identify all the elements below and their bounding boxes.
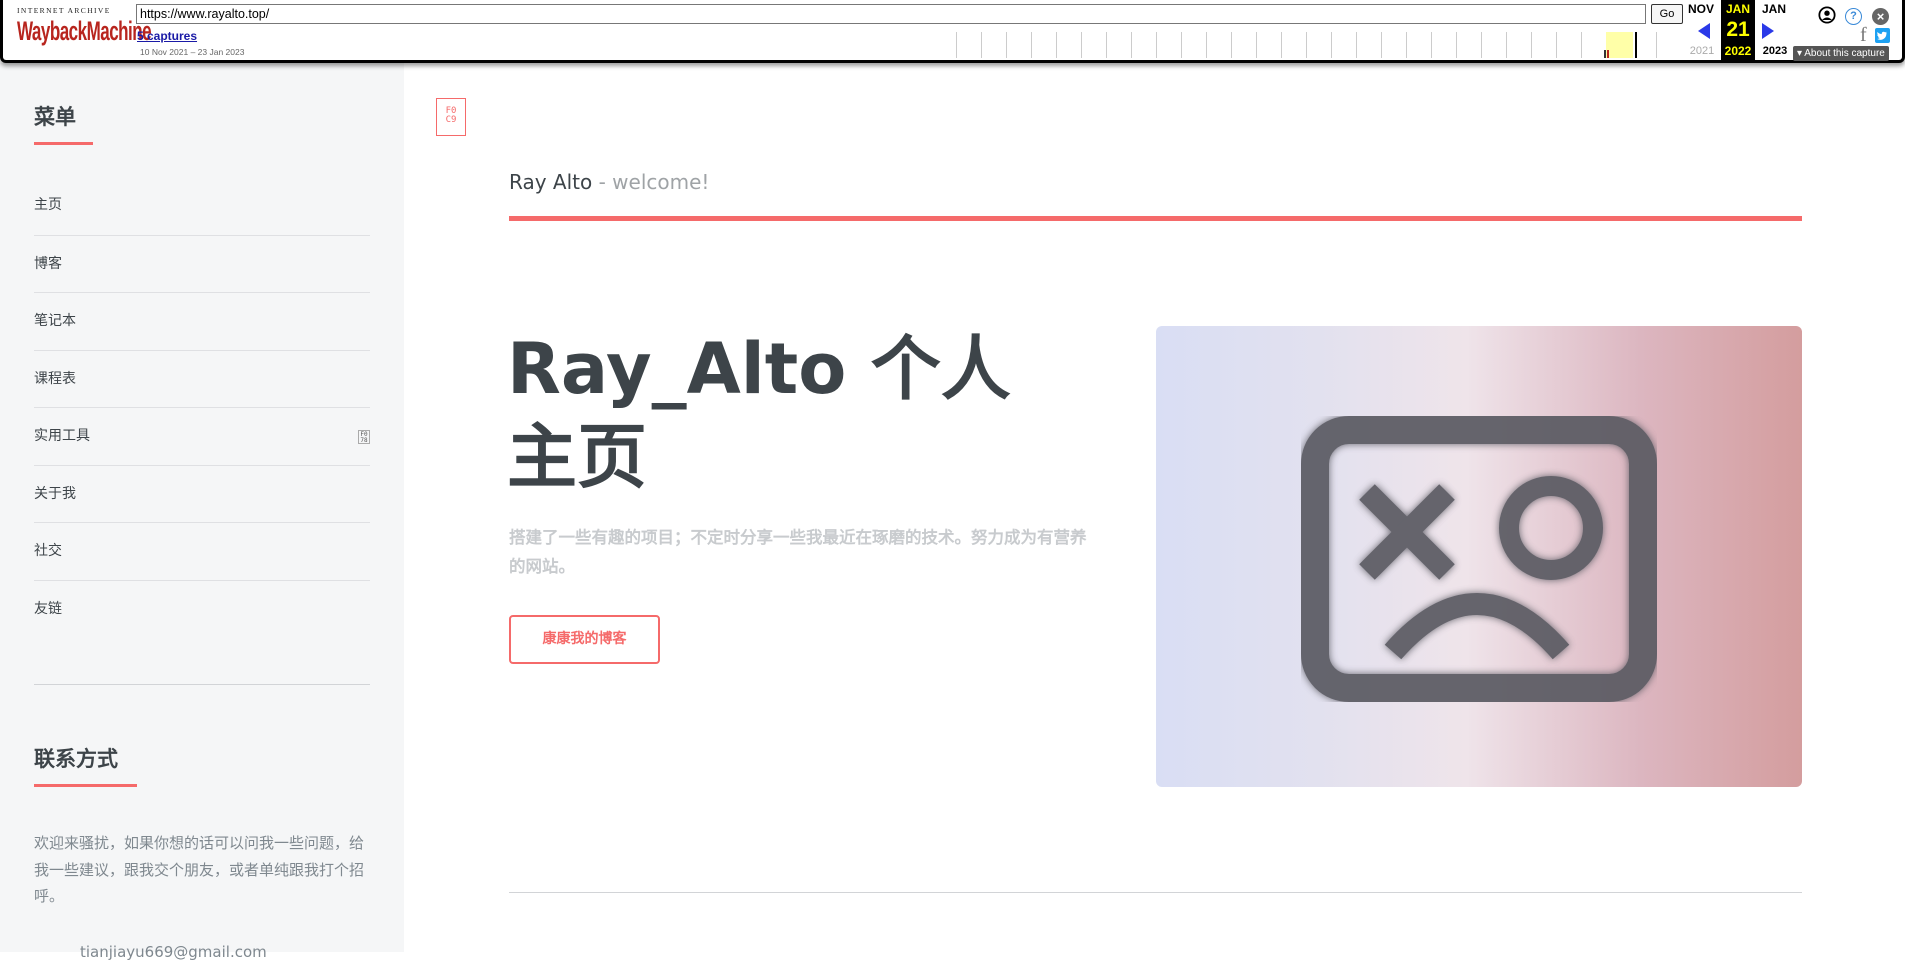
sparkline-tick bbox=[1456, 32, 1457, 58]
sidebar-item-social[interactable]: 社交 bbox=[34, 522, 370, 580]
hero-text: 搭建了一些有趣的项目；不定时分享一些我最近在琢磨的技术。努力成为有营养的网站。 bbox=[509, 528, 1087, 576]
sparkline-tick bbox=[1031, 32, 1032, 58]
sparkline-tick bbox=[1506, 32, 1507, 58]
sparkline-capture-mark bbox=[1607, 50, 1609, 58]
wayback-logo[interactable]: INTERNET ARCHIVE WaybackMachine bbox=[17, 6, 152, 50]
sidebar-nav: 主页 博客 笔记本 课程表 实用工具 F0 78 关于我 社交 友链 bbox=[34, 177, 370, 637]
sidebar-item-home[interactable]: 主页 bbox=[34, 177, 370, 235]
sparkline-tick bbox=[1231, 32, 1232, 58]
sidebar-email[interactable]: tianjiayu669@gmail.com bbox=[80, 943, 267, 961]
wayback-next-year[interactable]: 2023 bbox=[1758, 45, 1792, 57]
sparkline-tick bbox=[1156, 32, 1157, 58]
wayback-prev-month[interactable]: NOV bbox=[1685, 2, 1717, 16]
user-icon[interactable] bbox=[1818, 6, 1836, 24]
sparkline-highlight bbox=[1606, 32, 1633, 58]
sidebar-item-label: 课程表 bbox=[34, 370, 76, 387]
wayback-go-button[interactable]: Go bbox=[1651, 4, 1683, 24]
wayback-sparkline[interactable] bbox=[956, 32, 1679, 58]
hero-image bbox=[1156, 326, 1802, 787]
main-content: F0 C9 Ray Alto - welcome! Ray_Alto 个人主页 搭… bbox=[404, 63, 1905, 952]
wayback-toolbar: INTERNET ARCHIVE WaybackMachine Go 5 cap… bbox=[0, 0, 1905, 63]
facebook-icon[interactable]: f bbox=[1860, 24, 1867, 47]
sidebar-item-notebook[interactable]: 笔记本 bbox=[34, 292, 370, 350]
sidebar-divider bbox=[34, 684, 370, 685]
prev-arrow-icon[interactable] bbox=[1698, 23, 1710, 39]
sparkline-tick bbox=[1006, 32, 1007, 58]
wayback-current-year: 2022 bbox=[1724, 44, 1752, 58]
sparkline-tick bbox=[1406, 32, 1407, 58]
site-header[interactable]: Ray Alto - welcome! bbox=[509, 170, 709, 194]
twitter-icon[interactable] bbox=[1875, 28, 1890, 43]
header-underline bbox=[509, 216, 1802, 221]
sidebar-item-label: 博客 bbox=[34, 255, 62, 272]
sparkline-tick bbox=[956, 32, 957, 58]
blog-button[interactable]: 康康我的博客 bbox=[509, 615, 660, 664]
sparkline-tick bbox=[1131, 32, 1132, 58]
sidebar-item-label: 笔记本 bbox=[34, 313, 76, 329]
sidebar-item-label: 关于我 bbox=[34, 485, 76, 502]
broken-image-icon bbox=[1301, 416, 1657, 702]
sidebar-menu-underline bbox=[34, 142, 93, 145]
sidebar-contact-text: 欢迎来骚扰，如果你想的话可以问我一些问题，给我一些建议，跟我交个朋友，或者单纯跟… bbox=[34, 834, 365, 905]
wayback-current-month: JAN bbox=[1725, 2, 1750, 16]
wayback-next-month[interactable]: JAN bbox=[1758, 2, 1790, 16]
sparkline-tick bbox=[1581, 32, 1582, 58]
wayback-logo-text: WaybackMachine bbox=[17, 16, 152, 48]
wayback-current-date: JAN 21 2022 bbox=[1721, 0, 1755, 60]
wayback-logo-top: INTERNET ARCHIVE bbox=[17, 6, 111, 15]
sparkline-tick bbox=[1356, 32, 1357, 58]
sparkline-tick bbox=[1256, 32, 1257, 58]
sparkline-tick bbox=[1531, 32, 1532, 58]
wayback-capture-range: 10 Nov 2021 – 23 Jan 2023 bbox=[140, 47, 245, 57]
sparkline-tick bbox=[1556, 32, 1557, 58]
chevron-down-icon[interactable]: F0 78 bbox=[358, 430, 370, 444]
sidebar: 菜单 主页 博客 笔记本 课程表 实用工具 F0 78 关于我 社交 友链 联系方… bbox=[0, 63, 404, 961]
sparkline-tick bbox=[1106, 32, 1107, 58]
wayback-current-day: 21 bbox=[1726, 18, 1750, 41]
missing-glyph-icon[interactable]: F0 C9 bbox=[436, 98, 466, 136]
sidebar-contact-title: 联系方式 bbox=[34, 747, 118, 771]
sparkline-tick bbox=[1331, 32, 1332, 58]
wayback-url-input[interactable] bbox=[136, 4, 1646, 24]
sidebar-item-blog[interactable]: 博客 bbox=[34, 234, 370, 293]
site-header-sub: - welcome! bbox=[592, 170, 710, 194]
sidebar-item-schedule[interactable]: 课程表 bbox=[34, 349, 370, 408]
sparkline-tick bbox=[1056, 32, 1057, 58]
sidebar-item-label: 友链 bbox=[34, 600, 62, 617]
site-header-name: Ray Alto bbox=[509, 170, 593, 194]
sparkline-tick bbox=[1206, 32, 1207, 58]
next-arrow-icon[interactable] bbox=[1762, 23, 1774, 39]
content-divider bbox=[509, 892, 1802, 893]
about-capture-button[interactable]: ▾ About this capture bbox=[1793, 46, 1889, 61]
sparkline-tick bbox=[1081, 32, 1082, 58]
wayback-prev-year[interactable]: 2021 bbox=[1685, 45, 1719, 57]
wayback-captures-link[interactable]: 5 captures bbox=[137, 29, 197, 43]
hero-title: Ray_Alto 个人主页 bbox=[507, 328, 1011, 498]
sparkline-tick bbox=[1381, 32, 1382, 58]
wayback-logo-wordmark: WaybackMachine bbox=[17, 16, 152, 47]
help-icon[interactable]: ? bbox=[1845, 8, 1862, 25]
sidebar-item-label: 实用工具 bbox=[34, 428, 90, 444]
sidebar-item-label: 社交 bbox=[34, 543, 62, 559]
sparkline-tick bbox=[1481, 32, 1482, 58]
sparkline-tick bbox=[1306, 32, 1307, 58]
close-icon[interactable]: × bbox=[1872, 8, 1889, 25]
sparkline-tick bbox=[1656, 32, 1657, 58]
sidebar-item-tools[interactable]: 实用工具 F0 78 bbox=[34, 407, 370, 465]
sparkline-current-marker bbox=[1635, 32, 1637, 58]
sparkline-capture-mark bbox=[1604, 50, 1606, 58]
sidebar-item-about[interactable]: 关于我 bbox=[34, 464, 370, 523]
sparkline-tick bbox=[1281, 32, 1282, 58]
sidebar-item-label: 主页 bbox=[34, 197, 62, 213]
sparkline-tick bbox=[981, 32, 982, 58]
sidebar-item-links[interactable]: 友链 bbox=[34, 579, 370, 638]
sparkline-tick bbox=[1431, 32, 1432, 58]
sidebar-menu-title: 菜单 bbox=[34, 105, 76, 129]
sidebar-contact-underline bbox=[34, 784, 137, 787]
sparkline-tick bbox=[1181, 32, 1182, 58]
